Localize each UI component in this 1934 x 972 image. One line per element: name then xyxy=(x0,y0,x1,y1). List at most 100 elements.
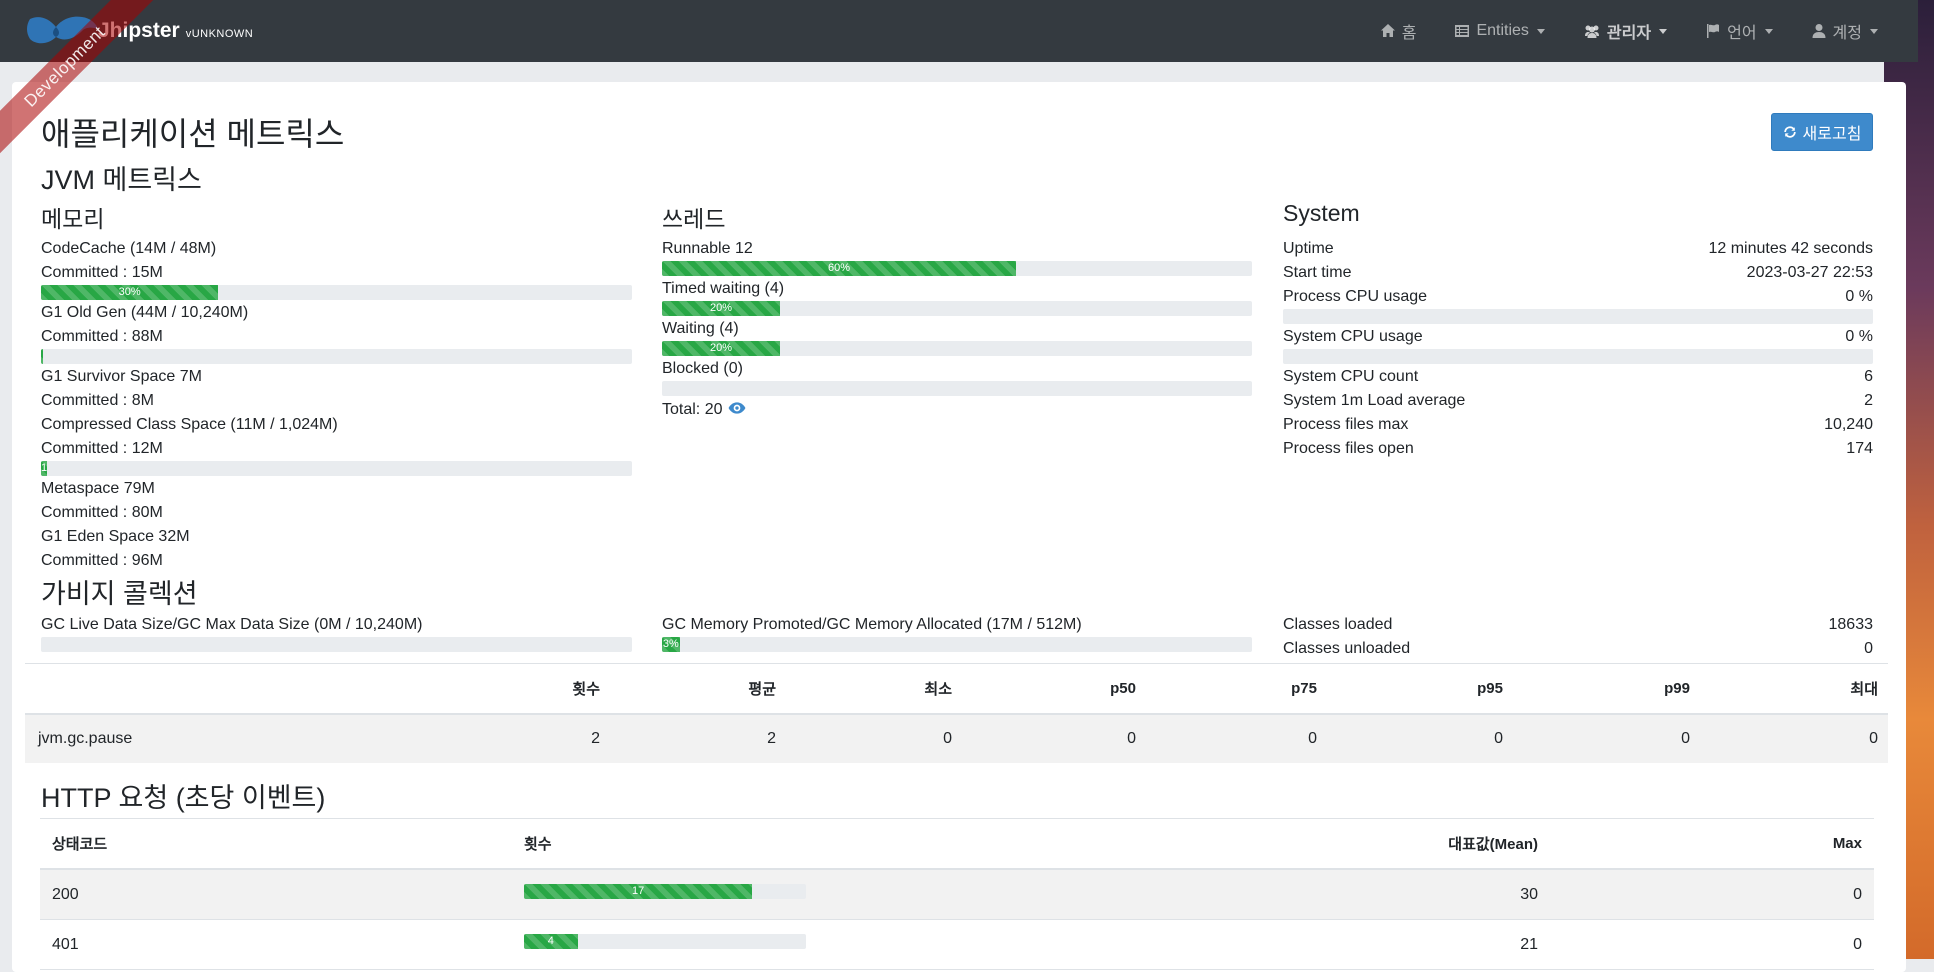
memory-progress-bar xyxy=(41,349,44,364)
memory-title: 메모리 xyxy=(41,206,105,232)
refresh-label: 새로고침 xyxy=(1802,126,1862,143)
gc-promoted-progress-bar: 3% xyxy=(662,637,680,652)
users-icon xyxy=(1584,25,1599,38)
memory-label: Metaspace 79M xyxy=(41,480,155,497)
memory-progress: 1 xyxy=(41,461,632,476)
system-title: System xyxy=(1283,200,1360,226)
nav-account[interactable]: 계정 xyxy=(1811,19,1878,43)
metrics-card: 애플리케이션 메트릭스 새로고침 JVM 메트릭스 메모리 CodeCache … xyxy=(12,82,1906,972)
process-cpu-value: 0 % xyxy=(1845,288,1873,305)
gc-header-p50: p50 xyxy=(1110,680,1136,697)
thread-progress xyxy=(662,381,1252,396)
memory-progress-bar: 1 xyxy=(41,461,47,476)
chevron-down-icon xyxy=(1870,28,1878,34)
gc-header-p75: p75 xyxy=(1291,680,1317,697)
memory-label: G1 Old Gen (44M / 10,240M) xyxy=(41,304,249,321)
nav-entities[interactable]: Entities xyxy=(1454,22,1545,40)
gc-promoted-label: GC Memory Promoted/GC Memory Allocated (… xyxy=(662,616,1082,633)
classes-loaded-value: 18633 xyxy=(1828,616,1874,633)
memory-progress: 30% xyxy=(41,285,632,300)
gc-cell-count: 2 xyxy=(591,730,600,747)
start-time-value: 2023-03-27 22:53 xyxy=(1746,264,1873,281)
gc-cell-mean: 2 xyxy=(767,730,776,747)
gc-header-count: 횟수 xyxy=(572,681,600,698)
http-max: 0 xyxy=(1853,885,1862,903)
thread-progress: 20% xyxy=(662,301,1252,316)
thread-progress: 60% xyxy=(662,261,1252,276)
thread-progress-bar: 20% xyxy=(662,341,780,356)
memory-committed: Committed : 96M xyxy=(41,552,163,569)
process-cpu-progress xyxy=(1283,309,1873,324)
list-icon xyxy=(1455,25,1470,37)
jvm-title: JVM 메트릭스 xyxy=(41,165,202,195)
nav-language[interactable]: 언어 xyxy=(1705,19,1773,43)
threads-total: Total: 20 xyxy=(662,399,746,420)
thread-label: Timed waiting (4) xyxy=(662,280,785,297)
gc-header-mean: 평균 xyxy=(748,681,776,698)
cpu-count-value: 6 xyxy=(1864,368,1873,385)
classes-unloaded-value: 0 xyxy=(1864,640,1873,657)
memory-label: CodeCache (14M / 48M) xyxy=(41,240,217,257)
http-table: 상태코드 횟수 대표값(Mean) Max 200 17 30 0 401 4 … xyxy=(40,818,1874,970)
memory-committed: Committed : 12M xyxy=(41,440,163,457)
gc-cell-p95: 0 xyxy=(1494,730,1503,747)
home-icon xyxy=(1380,24,1395,37)
http-title: HTTP 요청 (초당 이벤트) xyxy=(41,783,326,813)
eye-icon[interactable] xyxy=(728,399,746,417)
chevron-down-icon xyxy=(1764,28,1773,34)
http-table-header: 상태코드 횟수 대표값(Mean) Max xyxy=(40,818,1874,870)
nav-admin[interactable]: 관리자 xyxy=(1583,19,1668,43)
gc-table-header: 횟수 평균 최소 p50 p75 p95 p99 최대 xyxy=(25,663,1888,715)
chevron-down-icon xyxy=(1659,28,1668,34)
gc-title: 가비지 콜렉션 xyxy=(41,579,198,609)
brand-link[interactable]: Jhipster vUNKNOWN xyxy=(26,13,253,49)
gc-promoted-progress: 3% xyxy=(662,637,1252,652)
http-max: 0 xyxy=(1853,935,1862,953)
memory-committed: Committed : 8M xyxy=(41,392,154,409)
gc-cell-p75: 0 xyxy=(1308,730,1317,747)
chevron-down-icon xyxy=(1536,28,1545,34)
flag-icon xyxy=(1707,24,1720,38)
user-icon xyxy=(1812,24,1826,38)
load-average-value: 2 xyxy=(1864,392,1873,409)
uptime-value: 12 minutes 42 seconds xyxy=(1708,240,1873,257)
table-row: 200 17 30 0 xyxy=(40,870,1874,920)
nav-entities-label: Entities xyxy=(1476,22,1529,39)
gc-cell-p50: 0 xyxy=(1127,730,1136,747)
refresh-button[interactable]: 새로고침 xyxy=(1771,113,1873,151)
navbar: Development Jhipster vUNKNOWN 홈 Entities… xyxy=(0,0,1918,159)
gc-header-max: 최대 xyxy=(1850,681,1878,698)
gc-cell-p99: 0 xyxy=(1681,730,1690,747)
nav-admin-label: 관리자 xyxy=(1606,25,1652,42)
thread-label: Runnable 12 xyxy=(662,240,753,257)
memory-progress-bar: 30% xyxy=(41,285,219,300)
memory-label: G1 Eden Space 32M xyxy=(41,528,190,545)
page-title: 애플리케이션 메트릭스 xyxy=(41,116,345,152)
nav-home-label: 홈 xyxy=(1401,25,1417,42)
threads-title: 쓰레드 xyxy=(662,206,726,232)
thread-label: Blocked (0) xyxy=(662,360,743,377)
system-cpu-progress xyxy=(1283,349,1873,364)
gc-table: 횟수 평균 최소 p50 p75 p95 p99 최대 jvm.gc.pause… xyxy=(25,663,1888,763)
http-header-max: Max xyxy=(1832,835,1862,852)
thread-progress-bar: 20% xyxy=(662,301,780,316)
jhipster-logo-icon xyxy=(27,16,98,44)
nav-account-label: 계정 xyxy=(1832,25,1862,42)
threads-total-label: Total: 20 xyxy=(662,401,723,418)
brand-name: Jhipster xyxy=(98,19,180,42)
thread-label: Waiting (4) xyxy=(662,320,739,337)
gc-cell-max: 0 xyxy=(1869,730,1878,747)
gc-cell-min: 0 xyxy=(943,730,952,747)
nav-home[interactable]: 홈 xyxy=(1380,19,1417,43)
table-row: jvm.gc.pause 2 2 0 0 0 0 0 0 xyxy=(25,715,1888,763)
system-cpu-value: 0 % xyxy=(1845,328,1873,345)
memory-label: Compressed Class Space (11M / 1,024M) xyxy=(41,416,338,433)
memory-label: G1 Survivor Space 7M xyxy=(41,368,202,385)
files-open-value: 174 xyxy=(1846,440,1873,457)
gc-header-p95: p95 xyxy=(1477,680,1503,697)
memory-committed: Committed : 80M xyxy=(41,504,163,521)
nav-language-label: 언어 xyxy=(1727,25,1757,42)
memory-progress xyxy=(41,349,632,364)
gc-header-min: 최소 xyxy=(924,681,952,698)
nav-menu: 홈 Entities 관리자 언어 계정 xyxy=(1380,0,1878,62)
